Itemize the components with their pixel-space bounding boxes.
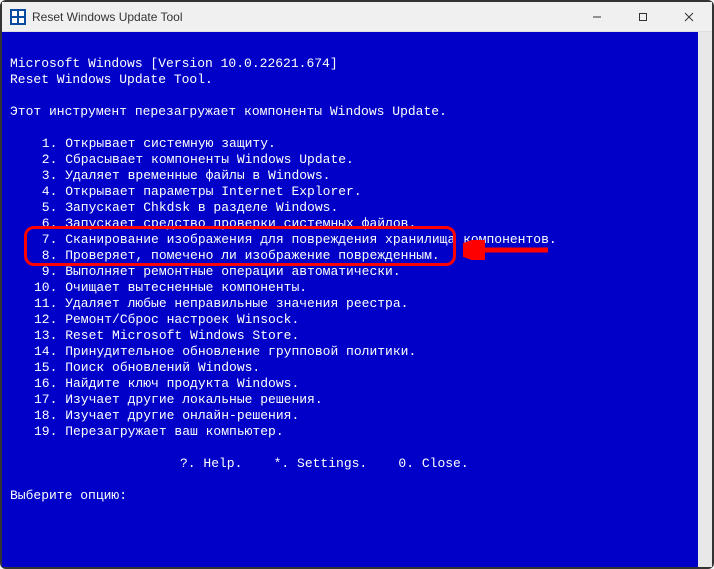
menu-item: 2. Сбрасывает компоненты Windows Update. [10, 152, 688, 168]
menu-item: 17. Изучает другие локальные решения. [10, 392, 688, 408]
menu-item: 6. Запускает средство проверки системных… [10, 216, 688, 232]
menu-item: 15. Поиск обновлений Windows. [10, 360, 688, 376]
menu-item: 8. Проверяет, помечено ли изображение по… [10, 248, 688, 264]
console-intro-line: Этот инструмент перезагружает компоненты… [10, 104, 688, 120]
menu-item: 3. Удаляет временные файлы в Windows. [10, 168, 688, 184]
app-window: Reset Windows Update Tool Microsoft Wind… [2, 2, 712, 567]
close-button[interactable] [666, 2, 712, 31]
maximize-button[interactable] [620, 2, 666, 31]
menu-item: 11. Удаляет любые неправильные значения … [10, 296, 688, 312]
menu-item: 19. Перезагружает ваш компьютер. [10, 424, 688, 440]
minimize-button[interactable] [574, 2, 620, 31]
menu-item: 18. Изучает другие онлайн-решения. [10, 408, 688, 424]
menu-item: 1. Открывает системную защиту. [10, 136, 688, 152]
scrollbar-thumb[interactable] [699, 32, 711, 555]
window-title: Reset Windows Update Tool [32, 10, 183, 24]
titlebar: Reset Windows Update Tool [2, 2, 712, 32]
console-header-line: Microsoft Windows [Version 10.0.22621.67… [10, 56, 688, 72]
console-area: Microsoft Windows [Version 10.0.22621.67… [2, 32, 712, 567]
menu-item: 13. Reset Microsoft Windows Store. [10, 328, 688, 344]
console-header-line: Reset Windows Update Tool. [10, 72, 688, 88]
menu-item: 16. Найдите ключ продукта Windows. [10, 376, 688, 392]
menu-item: 5. Запускает Chkdsk в разделе Windows. [10, 200, 688, 216]
console-prompt-line: Выберите опцию: [10, 488, 688, 504]
menu-item: 14. Принудительное обновление групповой … [10, 344, 688, 360]
window-controls [574, 2, 712, 31]
app-icon [10, 9, 26, 25]
menu-list: 1. Открывает системную защиту. 2. Сбрасы… [10, 136, 688, 440]
menu-item: 12. Ремонт/Сброс настроек Winsock. [10, 312, 688, 328]
menu-item: 9. Выполняет ремонтные операции автомати… [10, 264, 688, 280]
menu-item: 10. Очищает вытесненные компоненты. [10, 280, 688, 296]
menu-item: 7. Cканирование изображения для поврежде… [10, 232, 688, 248]
menu-item: 4. Открывает параметры Internet Explorer… [10, 184, 688, 200]
console-footer-line: ?. Help. *. Settings. 0. Close. [10, 456, 688, 472]
